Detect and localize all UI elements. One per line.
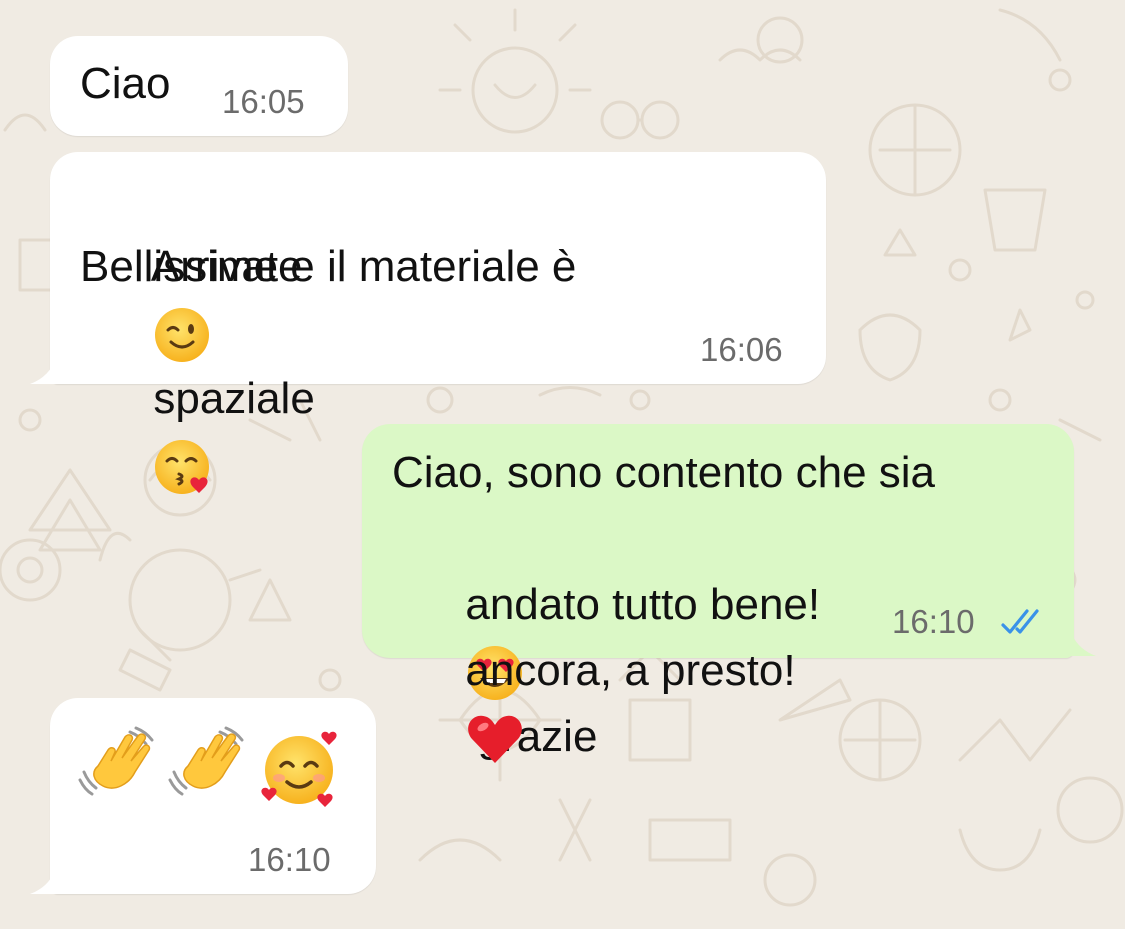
emoji-row	[78, 726, 343, 810]
message-timestamp: 16:05	[222, 83, 305, 120]
message-text: spaziale	[153, 374, 315, 423]
message-text: ancora, a presto!	[465, 646, 808, 695]
waving-hand-emoji	[78, 726, 154, 796]
incoming-message-bubble[interactable]: 16:10	[50, 698, 376, 894]
message-text: Ciao	[80, 59, 171, 108]
bubble-tail	[30, 856, 80, 894]
bubble-tail	[1046, 618, 1096, 656]
message-timestamp: 16:10	[892, 603, 975, 640]
chat-thread[interactable]: Ciao 16:05 Arrivate Bellissime e il mate…	[0, 0, 1125, 929]
message-text: Ciao, sono contento che sia	[392, 448, 936, 497]
incoming-message-bubble[interactable]: Ciao 16:05	[50, 36, 348, 136]
read-receipt-ticks-icon	[1001, 609, 1039, 634]
bubble-tail	[30, 346, 80, 384]
face-blowing-kiss-emoji	[155, 440, 210, 495]
message-text-line: spaziale	[80, 300, 315, 564]
waving-hand-emoji	[168, 726, 244, 796]
message-timestamp: 16:06	[700, 331, 783, 368]
incoming-message-bubble[interactable]: Arrivate Bellissime e il materiale è spa…	[50, 152, 826, 495]
smiling-face-with-hearts-emoji	[261, 731, 337, 807]
message-timestamp: 16:10	[248, 841, 331, 878]
message-text: Bellissime e il materiale è	[80, 242, 577, 291]
message-text-line: ancora, a presto!	[392, 572, 808, 836]
outgoing-message-bubble[interactable]: Ciao, sono contento che sia andato tutto…	[362, 424, 1074, 764]
red-heart-emoji	[468, 716, 523, 764]
